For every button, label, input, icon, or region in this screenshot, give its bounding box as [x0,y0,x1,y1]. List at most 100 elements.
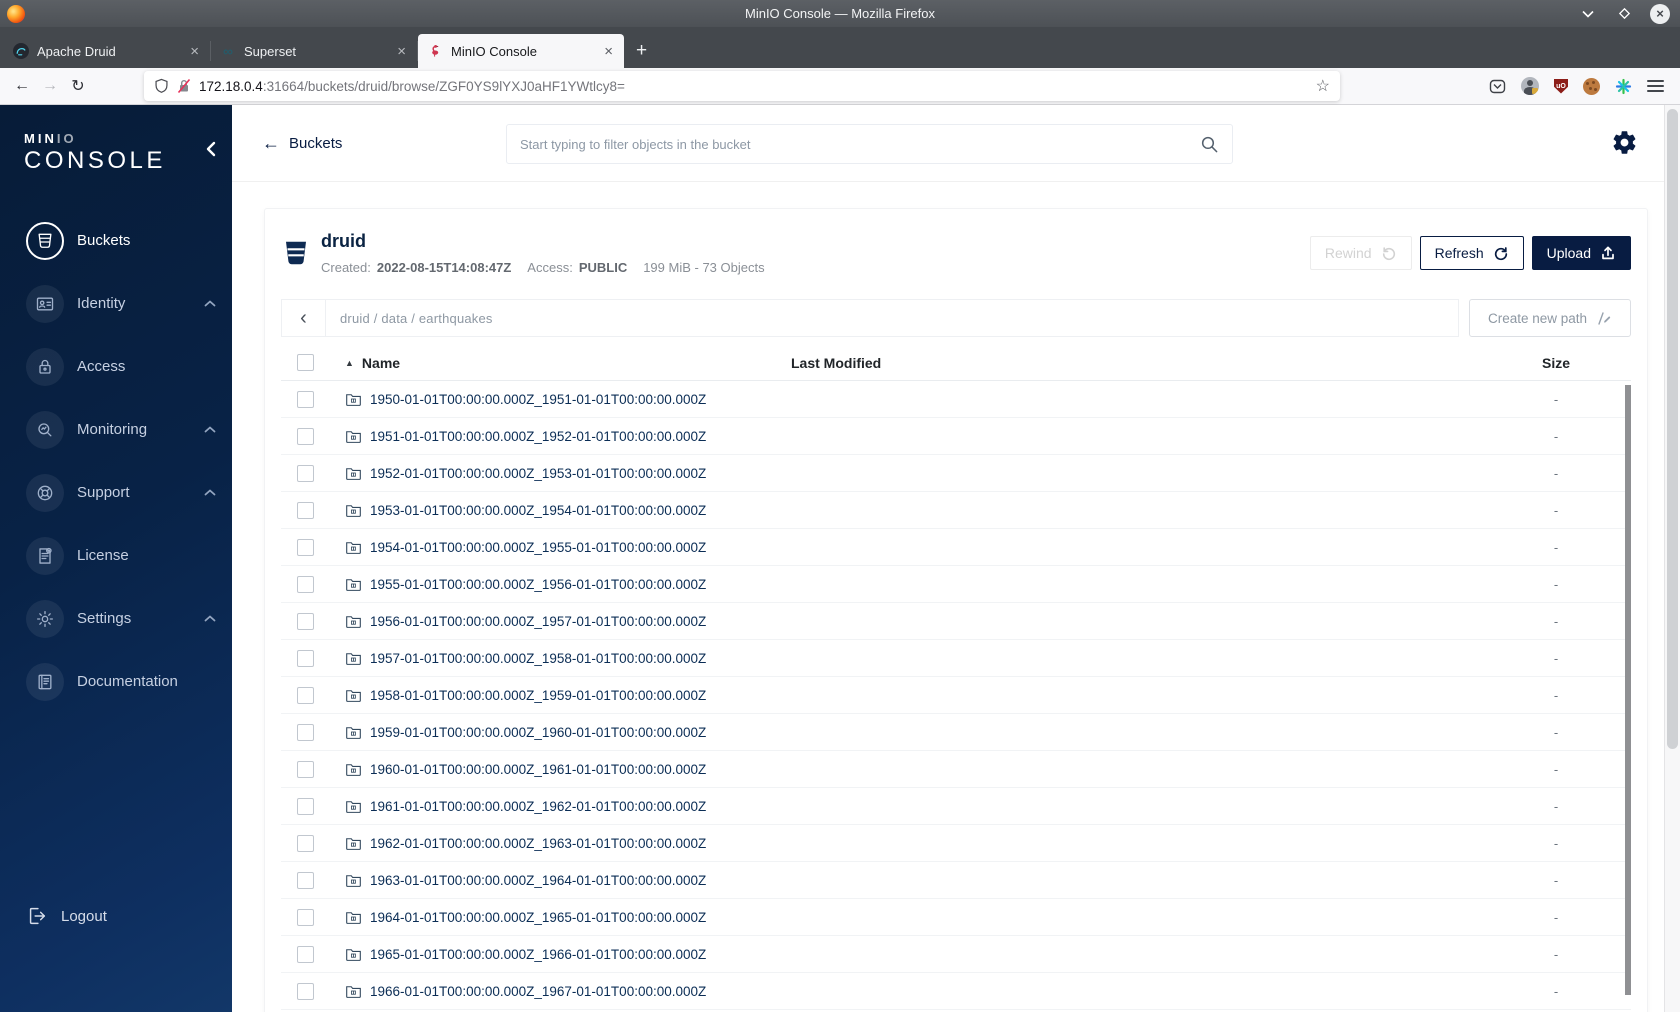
table-row[interactable]: 1966-01-01T00:00:00.000Z_1967-01-01T00:0… [281,973,1631,1010]
row-checkbox[interactable] [297,686,314,704]
forward-button[interactable]: → [36,72,64,100]
sidebar-item-support[interactable]: Support [0,461,232,524]
select-all-checkbox[interactable] [297,354,314,371]
table-row[interactable]: 1965-01-01T00:00:00.000Z_1966-01-01T00:0… [281,936,1631,973]
object-name[interactable]: 1957-01-01T00:00:00.000Z_1958-01-01T00:0… [370,651,706,666]
object-name[interactable]: 1956-01-01T00:00:00.000Z_1957-01-01T00:0… [370,614,706,629]
row-checkbox[interactable] [297,982,314,1000]
sidebar-item-access[interactable]: Access [0,335,232,398]
sidebar-collapse-icon[interactable] [206,141,216,157]
row-checkbox[interactable] [297,538,314,556]
settings-gear-icon[interactable] [1611,129,1638,156]
table-row[interactable]: 1961-01-01T00:00:00.000Z_1962-01-01T00:0… [281,788,1631,825]
table-row[interactable]: 1950-01-01T00:00:00.000Z_1951-01-01T00:0… [281,381,1631,418]
refresh-button[interactable]: Refresh [1419,236,1524,270]
pocket-icon[interactable] [1489,78,1506,95]
object-name[interactable]: 1954-01-01T00:00:00.000Z_1955-01-01T00:0… [370,540,706,555]
object-name[interactable]: 1964-01-01T00:00:00.000Z_1965-01-01T00:0… [370,910,706,925]
name-column-header[interactable]: Name [362,355,400,371]
new-tab-button[interactable]: + [624,40,659,68]
row-checkbox[interactable] [297,797,314,815]
bookmark-star-icon[interactable]: ☆ [1316,76,1330,96]
table-row[interactable]: 1962-01-01T00:00:00.000Z_1963-01-01T00:0… [281,825,1631,862]
sidebar-item-identity[interactable]: Identity [0,272,232,335]
tab-close-icon[interactable]: × [395,44,408,59]
insecure-lock-icon[interactable] [177,78,191,94]
object-name[interactable]: 1955-01-01T00:00:00.000Z_1956-01-01T00:0… [370,577,706,592]
multi-account-containers-icon[interactable] [1615,78,1632,95]
table-row[interactable]: 1960-01-01T00:00:00.000Z_1961-01-01T00:0… [281,751,1631,788]
table-row[interactable]: 1958-01-01T00:00:00.000Z_1959-01-01T00:0… [281,677,1631,714]
row-checkbox[interactable] [297,390,314,408]
back-to-buckets-link[interactable]: ← Buckets [262,134,342,152]
row-checkbox[interactable] [297,834,314,852]
table-row[interactable]: 1964-01-01T00:00:00.000Z_1965-01-01T00:0… [281,899,1631,936]
object-name[interactable]: 1963-01-01T00:00:00.000Z_1964-01-01T00:0… [370,873,706,888]
row-checkbox[interactable] [297,427,314,445]
sidebar-item-monitoring[interactable]: Monitoring [0,398,232,461]
table-row[interactable]: 1953-01-01T00:00:00.000Z_1954-01-01T00:0… [281,492,1631,529]
sidebar-item-settings[interactable]: Settings [0,587,232,650]
table-row[interactable]: 1951-01-01T00:00:00.000Z_1952-01-01T00:0… [281,418,1631,455]
page-scrollbar[interactable] [1664,105,1680,1012]
row-checkbox[interactable] [297,760,314,778]
breadcrumb[interactable]: druid / data / earthquakes [326,311,493,326]
tab-apache-druid[interactable]: Apache Druid × [4,34,210,68]
chevron-up-icon[interactable] [204,300,216,307]
last-modified-column-header[interactable]: Last Modified [791,355,1481,371]
row-checkbox[interactable] [297,871,314,889]
sidebar-item-documentation[interactable]: Documentation [0,650,232,713]
object-name[interactable]: 1953-01-01T00:00:00.000Z_1954-01-01T00:0… [370,503,706,518]
reload-button[interactable]: ↻ [64,72,92,100]
row-checkbox[interactable] [297,649,314,667]
table-row[interactable]: 1955-01-01T00:00:00.000Z_1956-01-01T00:0… [281,566,1631,603]
url-bar[interactable]: 172.18.0.4:31664/buckets/druid/browse/ZG… [144,71,1340,101]
row-checkbox[interactable] [297,908,314,926]
object-name[interactable]: 1961-01-01T00:00:00.000Z_1962-01-01T00:0… [370,799,706,814]
row-checkbox[interactable] [297,945,314,963]
window-close-icon[interactable]: × [1650,3,1670,24]
table-row[interactable]: 1957-01-01T00:00:00.000Z_1958-01-01T00:0… [281,640,1631,677]
sidebar-item-logout[interactable]: Logout [0,894,232,938]
table-scrollbar-thumb[interactable] [1625,385,1631,995]
row-checkbox[interactable] [297,723,314,741]
table-row[interactable]: 1963-01-01T00:00:00.000Z_1964-01-01T00:0… [281,862,1631,899]
upload-button[interactable]: Upload [1531,236,1631,270]
page-scrollbar-thumb[interactable] [1667,109,1678,749]
tab-minio-console[interactable]: MinIO Console × [418,34,624,68]
window-maximize-icon[interactable] [1614,4,1634,24]
chevron-up-icon[interactable] [204,615,216,622]
object-filter-search[interactable] [506,124,1233,164]
chevron-up-icon[interactable] [204,489,216,496]
path-back-button[interactable]: ‹ [282,300,326,336]
table-row[interactable]: 1959-01-01T00:00:00.000Z_1960-01-01T00:0… [281,714,1631,751]
object-name[interactable]: 1950-01-01T00:00:00.000Z_1951-01-01T00:0… [370,392,706,407]
back-button[interactable]: ← [8,72,36,100]
row-checkbox[interactable] [297,575,314,593]
rewind-button[interactable]: Rewind [1309,236,1412,270]
sidebar-item-buckets[interactable]: Buckets [0,209,232,272]
row-checkbox[interactable] [297,464,314,482]
row-checkbox[interactable] [297,612,314,630]
tracking-shield-icon[interactable] [154,78,169,94]
object-name[interactable]: 1962-01-01T00:00:00.000Z_1963-01-01T00:0… [370,836,706,851]
account-privacy-icon[interactable] [1521,77,1539,95]
create-new-path-button[interactable]: Create new path [1469,299,1631,337]
tab-close-icon[interactable]: × [602,44,615,59]
table-row[interactable]: 1956-01-01T00:00:00.000Z_1957-01-01T00:0… [281,603,1631,640]
tab-superset[interactable]: ∞ Superset × [211,34,417,68]
table-row[interactable]: 1954-01-01T00:00:00.000Z_1955-01-01T00:0… [281,529,1631,566]
object-name[interactable]: 1965-01-01T00:00:00.000Z_1966-01-01T00:0… [370,947,706,962]
tab-close-icon[interactable]: × [188,44,201,59]
sidebar-item-license[interactable]: License [0,524,232,587]
ublock-origin-icon[interactable]: uO [1554,78,1568,94]
object-name[interactable]: 1960-01-01T00:00:00.000Z_1961-01-01T00:0… [370,762,706,777]
size-column-header[interactable]: Size [1481,355,1631,371]
object-name[interactable]: 1966-01-01T00:00:00.000Z_1967-01-01T00:0… [370,984,706,999]
chevron-up-icon[interactable] [204,426,216,433]
sort-ascending-icon[interactable]: ▲ [345,358,354,368]
search-input[interactable] [520,136,1200,152]
object-name[interactable]: 1951-01-01T00:00:00.000Z_1952-01-01T00:0… [370,429,706,444]
object-name[interactable]: 1952-01-01T00:00:00.000Z_1953-01-01T00:0… [370,466,706,481]
table-row[interactable]: 1952-01-01T00:00:00.000Z_1953-01-01T00:0… [281,455,1631,492]
